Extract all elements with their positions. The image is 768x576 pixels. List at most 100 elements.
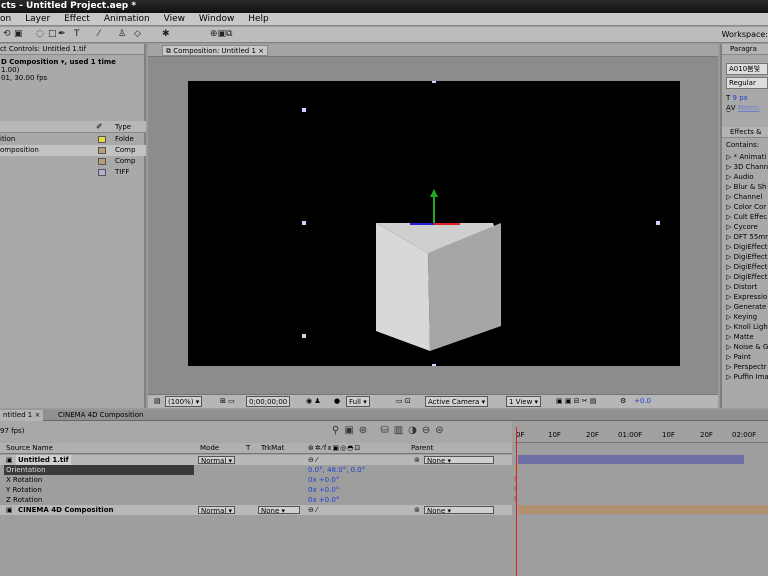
project-row[interactable]: TIFF [0, 167, 146, 178]
property-name-selected[interactable]: Orientation [4, 465, 194, 475]
effect-category-item[interactable]: ▷ Expressio [722, 292, 768, 302]
rotate-tool-icon[interactable]: ⟲ [3, 29, 11, 40]
mode-column[interactable]: Mode [200, 443, 219, 454]
font-family-field[interactable]: A010봄빛 [726, 63, 768, 75]
expand-triangle-icon[interactable]: ▷ [726, 243, 734, 251]
layer-handle[interactable] [302, 334, 306, 338]
expand-triangle-icon[interactable]: ▷ [726, 183, 734, 191]
menu-item-0[interactable]: on [0, 14, 11, 24]
expand-triangle-icon[interactable]: ▷ [726, 373, 734, 381]
expand-triangle-icon[interactable]: ▷ [726, 223, 734, 231]
effect-category-item[interactable]: ▷ Cycore [722, 222, 768, 232]
kerning-row[interactable]: A̲V Metric [722, 103, 768, 113]
effect-category-item[interactable]: ▷ Perspectr [722, 362, 768, 372]
composition-viewer[interactable] [188, 50, 680, 368]
effect-category-item[interactable]: ▷ Noise & G [722, 342, 768, 352]
effect-category-item[interactable]: ▷ DFT 55mr [722, 232, 768, 242]
effect-category-item[interactable]: ▷ Distort [722, 282, 768, 292]
project-row[interactable]: omposition Comp [0, 145, 146, 156]
pen-tool-icon[interactable]: ✒ [58, 29, 66, 40]
expand-triangle-icon[interactable]: ▷ [726, 343, 734, 351]
text-tool-icon[interactable]: T [74, 29, 80, 40]
expand-triangle-icon[interactable]: ▷ [726, 193, 734, 201]
effect-category-item[interactable]: ▷ Channel [722, 192, 768, 202]
effect-category-item[interactable]: ▷ Audio [722, 172, 768, 182]
source-name-column[interactable]: Source Name [6, 443, 53, 454]
trkmat-dropdown[interactable]: None ▾ [258, 506, 300, 515]
property-orientation[interactable]: Orientation 0.0°, 48.0°, 0.0° [0, 465, 512, 475]
parent-column[interactable]: Parent [411, 443, 433, 454]
effect-category-item[interactable]: ▷ Color Cor [722, 202, 768, 212]
exposure-icon[interactable]: ⚙ [620, 396, 626, 407]
expand-triangle-icon[interactable]: ▷ [726, 203, 734, 211]
menu-layer[interactable]: Layer [25, 14, 50, 24]
effect-category-item[interactable]: ▷ Keying [722, 312, 768, 322]
parent-dropdown[interactable]: None ▾ [424, 456, 494, 465]
expand-triangle-icon[interactable]: ▷ [726, 363, 734, 371]
project-row[interactable]: ition Folde [0, 134, 146, 145]
effects-presets-tab[interactable]: Effects & [722, 127, 768, 138]
expand-triangle-icon[interactable]: ▷ [726, 353, 734, 361]
expand-triangle-icon[interactable]: ▷ [726, 333, 734, 341]
font-size-row[interactable]: T 9 px [722, 93, 768, 103]
blend-mode-dropdown[interactable]: Normal ▾ [198, 456, 236, 465]
expand-triangle-icon[interactable]: ▷ [726, 153, 734, 161]
layer-duration-bar[interactable] [518, 455, 744, 464]
view-layout-dropdown[interactable]: 1 View ▾ [506, 396, 542, 407]
menu-view[interactable]: View [164, 14, 185, 24]
layer-name[interactable]: CINEMA 4D Composition [18, 505, 113, 515]
parent-dropdown[interactable]: None ▾ [424, 506, 494, 515]
expand-triangle-icon[interactable]: ▷ [726, 213, 734, 221]
parent-pickwhip-icon[interactable]: ⊚ [414, 505, 420, 515]
puppet-tool-icon[interactable]: ✱ [162, 29, 170, 40]
camera-view-dropdown[interactable]: Active Camera ▾ [425, 396, 489, 407]
font-style-field[interactable]: Regular [726, 77, 768, 89]
camera-tool-icon[interactable]: ▣ [14, 29, 23, 40]
expand-triangle-icon[interactable]: ▷ [726, 163, 734, 171]
expand-triangle-icon[interactable]: ▷ [726, 293, 734, 301]
effect-category-item[interactable]: ▷ DigiEffect [722, 252, 768, 262]
property-value[interactable]: 0.0°, 48.0°, 0.0° [308, 465, 365, 475]
grid-icon[interactable]: ⊞ ▭ [220, 396, 235, 407]
property-value[interactable]: 0x +0.0° [308, 485, 339, 495]
time-ruler[interactable]: 0F 10F 20F 01:00F 10F 20F 02:00F [514, 421, 768, 443]
expand-triangle-icon[interactable]: ▷ [726, 253, 734, 261]
pan-behind-tool-icon[interactable]: ◌ [36, 29, 44, 40]
effect-controls-tab[interactable]: ct Controls: Untitled 1.tif [0, 44, 144, 55]
effect-category-item[interactable]: ▷ Knoll Ligh [722, 322, 768, 332]
effect-category-item[interactable]: ▷ Paint [722, 352, 768, 362]
current-time-field[interactable]: 0;00;00;00 [246, 396, 291, 407]
menu-animation[interactable]: Animation [104, 14, 150, 24]
effect-category-item[interactable]: ▷ Puffin Ima [722, 372, 768, 382]
effect-category-item[interactable]: ▷ Blur & Sh [722, 182, 768, 192]
timeline-tab-untitled[interactable]: ntitled 1 × [0, 410, 44, 421]
expand-triangle-icon[interactable]: ▷ [726, 303, 734, 311]
project-row[interactable]: Comp [0, 156, 146, 167]
paragraph-tab[interactable]: Paragra [722, 44, 768, 55]
layer-handle[interactable] [656, 221, 660, 225]
color-channel-icon[interactable]: ● [334, 396, 340, 407]
eraser-tool-icon[interactable]: ◇ [134, 29, 141, 40]
expand-triangle-icon[interactable]: ▷ [726, 273, 734, 281]
property-value[interactable]: 0x +0.0° [308, 475, 339, 485]
expand-triangle-icon[interactable]: ▷ [726, 283, 734, 291]
layer-handle[interactable] [432, 79, 436, 83]
close-icon[interactable]: × [256, 47, 264, 55]
menu-effect[interactable]: Effect [64, 14, 90, 24]
expand-triangle-icon[interactable]: ▷ [726, 313, 734, 321]
layer-handle[interactable] [302, 221, 306, 225]
effect-category-item[interactable]: ▷ Generate [722, 302, 768, 312]
menu-window[interactable]: Window [199, 14, 235, 24]
property-value[interactable]: 0x +0.0° [308, 495, 339, 505]
y-axis-arrow-icon[interactable] [430, 189, 438, 197]
layer-duration-bar[interactable] [518, 505, 768, 514]
layer-row-cinema4d[interactable]: ▣ CINEMA 4D Composition Normal ▾ None ▾ … [0, 505, 512, 515]
effect-category-item[interactable]: ▷ 3D Chann [722, 162, 768, 172]
composition-tab[interactable]: ⧉ Composition: Untitled 1 × [162, 45, 268, 56]
expand-triangle-icon[interactable]: ▷ [726, 263, 734, 271]
effect-category-item[interactable]: ▷ * Animati [722, 152, 768, 162]
effect-category-item[interactable]: ▷ DigiEffect [722, 272, 768, 282]
layer-handle[interactable] [432, 364, 436, 368]
menu-help[interactable]: Help [248, 14, 269, 24]
clone-stamp-tool-icon[interactable]: ♙ [118, 29, 126, 40]
